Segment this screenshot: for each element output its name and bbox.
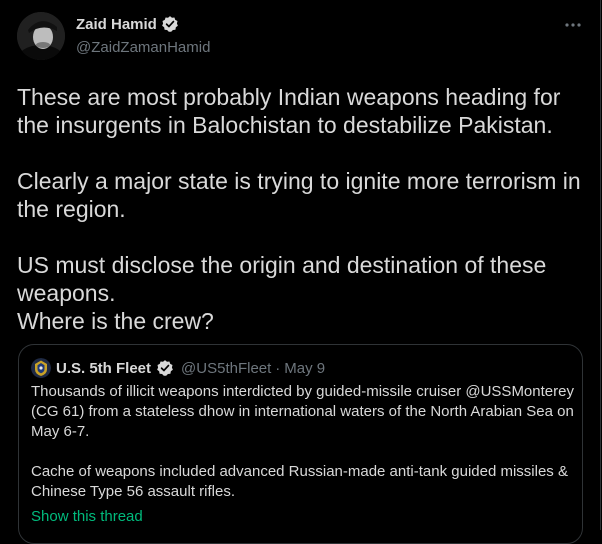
quoted-separator: · xyxy=(275,359,281,377)
tweet-paragraph: Clearly a major state is trying to ignit… xyxy=(17,168,581,222)
quoted-date: May 9 xyxy=(284,359,326,377)
quoted-meta: @US5thFleet · May 9 xyxy=(181,360,325,377)
tweet-paragraph: Where is the crew? xyxy=(17,308,214,334)
tweet-text: These are most probably Indian weapons h… xyxy=(17,83,587,335)
quoted-tweet[interactable]: U.S. 5th Fleet @US5thFleet · May 9 Thousan… xyxy=(18,344,583,544)
tweet-paragraph: These are most probably Indian weapons h… xyxy=(17,84,561,138)
more-options-button[interactable] xyxy=(562,16,584,34)
tweet-paragraph: US must disclose the origin and destinat… xyxy=(17,252,547,306)
quoted-paragraph: Cache of weapons included advanced Russi… xyxy=(31,463,568,500)
author-name[interactable]: Zaid Hamid xyxy=(76,16,157,33)
verified-badge-icon xyxy=(161,15,179,33)
verified-badge-icon xyxy=(156,359,174,377)
quoted-author-name: U.S. 5th Fleet xyxy=(56,359,152,377)
author-avatar[interactable] xyxy=(17,12,65,60)
author-handle[interactable]: @ZaidZamanHamid xyxy=(76,39,210,56)
quoted-tweet-header: U.S. 5th Fleet @US5thFleet · May 9 xyxy=(31,358,325,378)
quoted-paragraph: Thousands of illicit weapons interdicted… xyxy=(31,383,574,440)
quoted-author-avatar xyxy=(31,358,51,378)
more-horizontal-icon xyxy=(565,23,581,27)
quoted-tweet-text: Thousands of illicit weapons interdicted… xyxy=(31,382,576,502)
author-name-row: Zaid Hamid xyxy=(76,15,179,33)
show-thread-link[interactable]: Show this thread xyxy=(31,507,143,527)
quoted-author-handle: @US5thFleet xyxy=(181,359,272,377)
tweet-detail: Zaid Hamid @ZaidZamanHamid These are mos… xyxy=(0,0,601,544)
